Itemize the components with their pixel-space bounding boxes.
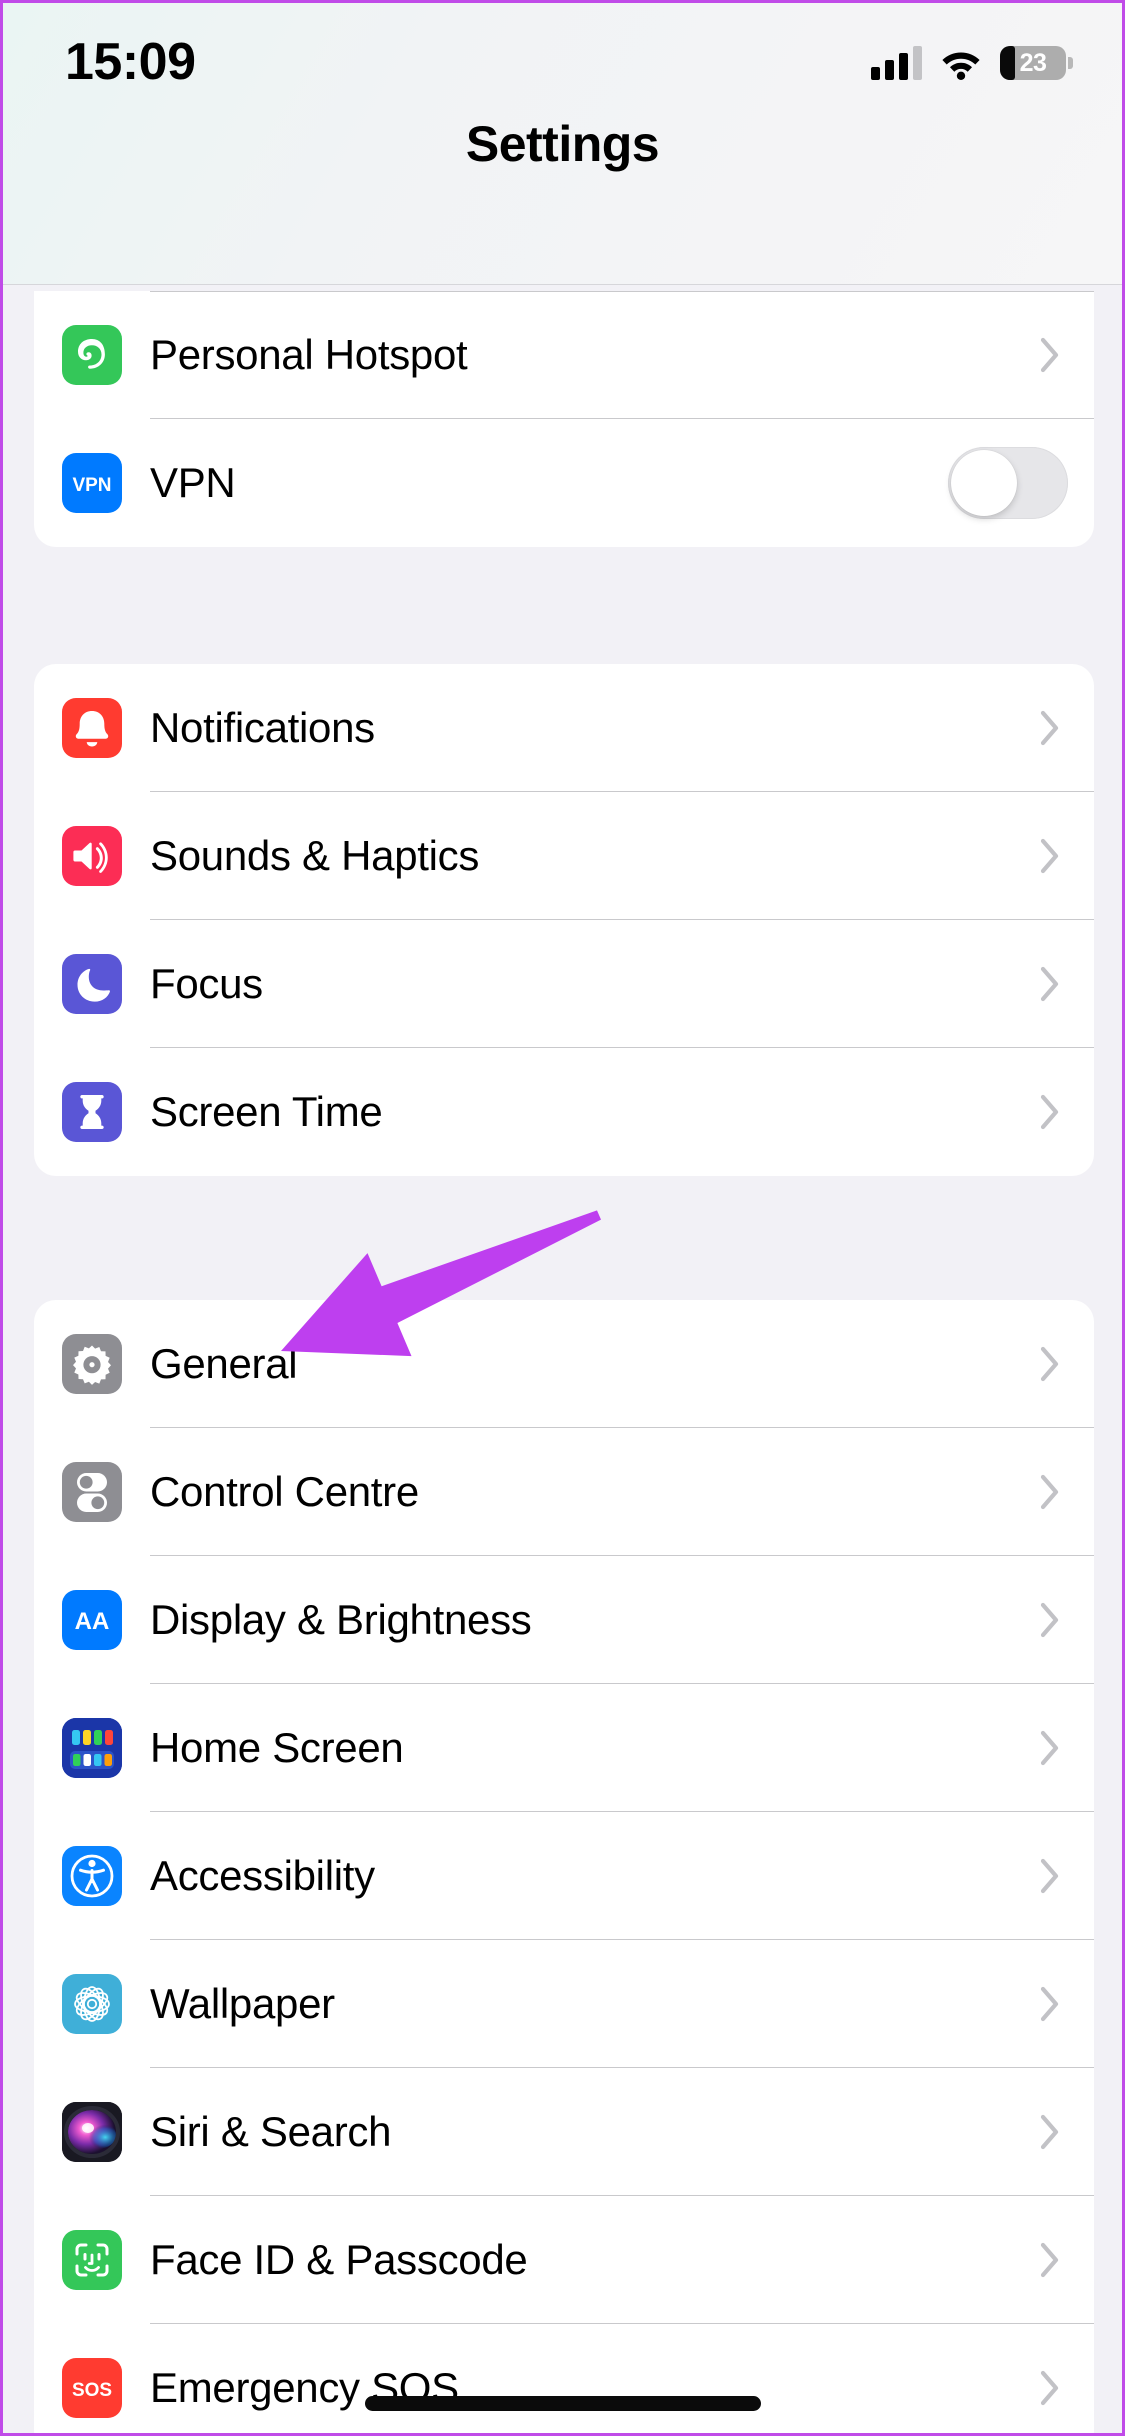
row-label: Screen Time (150, 1088, 383, 1135)
page-title: Settings (465, 116, 660, 172)
row-label: Wallpaper (150, 1980, 335, 2027)
vpn-icon: VPN (62, 453, 122, 513)
settings-row-vpn[interactable]: VPN VPN (34, 419, 1094, 547)
chevron-right-icon (1040, 838, 1060, 874)
row-label: Control Centre (150, 1468, 419, 1515)
toggle-knob (951, 450, 1017, 516)
row-label: Accessibility (150, 1852, 375, 1899)
battery-percent-label: 23 (1019, 48, 1047, 77)
row-label: General (150, 1340, 298, 1387)
wallpaper-flower-icon (62, 1974, 122, 2034)
settings-row-control-centre[interactable]: Control Centre (34, 1428, 1094, 1556)
chevron-right-icon (1040, 1094, 1060, 1130)
chevron-right-icon (1040, 1858, 1060, 1894)
cellular-signal-icon (871, 46, 922, 80)
row-label: Personal Hotspot (150, 331, 468, 378)
settings-row-siri-search[interactable]: Siri & Search (34, 2068, 1094, 2196)
chevron-right-icon (1040, 710, 1060, 746)
vpn-toggle[interactable] (948, 447, 1068, 519)
control-centre-toggles-icon (62, 1462, 122, 1522)
row-label: Sounds & Haptics (150, 832, 480, 879)
accessibility-person-icon (62, 1846, 122, 1906)
emergency-sos-icon: SOS (62, 2358, 122, 2418)
settings-row-general[interactable]: General (34, 1300, 1094, 1428)
settings-row-sounds-haptics[interactable]: Sounds & Haptics (34, 792, 1094, 920)
settings-list[interactable]: Personal Hotspot VPN VPN Notifications Sound… (3, 286, 1122, 2433)
row-label: Face ID & Passcode (150, 2236, 528, 2283)
settings-row-notifications[interactable]: Notifications (34, 664, 1094, 792)
navigation-header: 15:09 23 Settings (3, 3, 1122, 285)
general-gear-icon (62, 1334, 122, 1394)
battery-icon: 23 (1000, 46, 1073, 80)
settings-row-face-id-passcode[interactable]: Face ID & Passcode (34, 2196, 1094, 2324)
settings-row-home-screen[interactable]: Home Screen (34, 1684, 1094, 1812)
svg-text:VPN: VPN (72, 475, 111, 496)
focus-moon-icon (62, 954, 122, 1014)
chevron-right-icon (1040, 1602, 1060, 1638)
row-label: Home Screen (150, 1724, 404, 1771)
home-screen-grid-icon (62, 1718, 122, 1778)
row-label: Siri & Search (150, 2108, 392, 2155)
chevron-right-icon (1040, 966, 1060, 1002)
chevron-right-icon (1040, 1730, 1060, 1766)
row-label: Display & Brightness (150, 1596, 532, 1643)
chevron-right-icon (1040, 1346, 1060, 1382)
settings-row-display-brightness[interactable]: AA Display & Brightness (34, 1556, 1094, 1684)
svg-text:SOS: SOS (72, 2380, 112, 2401)
chevron-right-icon (1040, 1474, 1060, 1510)
settings-row-wallpaper[interactable]: Wallpaper (34, 1940, 1094, 2068)
screen-time-hourglass-icon (62, 1082, 122, 1142)
notifications-bell-icon (62, 698, 122, 758)
status-bar: 15:09 23 (3, 3, 1122, 118)
personal-hotspot-icon (62, 325, 122, 385)
chevron-right-icon (1040, 2370, 1060, 2406)
sounds-haptics-speaker-icon (62, 826, 122, 886)
settings-row-personal-hotspot[interactable]: Personal Hotspot (34, 291, 1094, 419)
iphone-settings-screen: 15:09 23 Settings Personal Hotspot VPN V… (0, 0, 1125, 2436)
battery-nub (1068, 57, 1073, 69)
settings-group-alerts: Notifications Sounds & Haptics Focus Screen… (34, 664, 1094, 1176)
settings-row-screen-time[interactable]: Screen Time (34, 1048, 1094, 1176)
chevron-right-icon (1040, 337, 1060, 373)
status-bar-indicators: 23 (871, 39, 1073, 87)
row-label: VPN (150, 459, 236, 506)
settings-group-connectivity: Personal Hotspot VPN VPN (34, 291, 1094, 547)
settings-group-system: General Control Centre AA Display & Brightn… (34, 1300, 1094, 2433)
chevron-right-icon (1040, 2242, 1060, 2278)
svg-text:AA: AA (75, 1608, 110, 1635)
row-label: Notifications (150, 704, 375, 751)
settings-row-emergency-sos[interactable]: SOS Emergency SOS (34, 2324, 1094, 2433)
chevron-right-icon (1040, 2114, 1060, 2150)
settings-row-accessibility[interactable]: Accessibility (34, 1812, 1094, 1940)
home-indicator (364, 2396, 761, 2411)
face-id-icon (62, 2230, 122, 2290)
row-label: Focus (150, 960, 263, 1007)
display-brightness-aa-icon: AA (62, 1590, 122, 1650)
settings-row-focus[interactable]: Focus (34, 920, 1094, 1048)
siri-orb-icon (62, 2102, 122, 2162)
chevron-right-icon (1040, 1986, 1060, 2022)
wifi-icon (942, 52, 980, 80)
status-bar-time: 15:09 (65, 33, 196, 91)
